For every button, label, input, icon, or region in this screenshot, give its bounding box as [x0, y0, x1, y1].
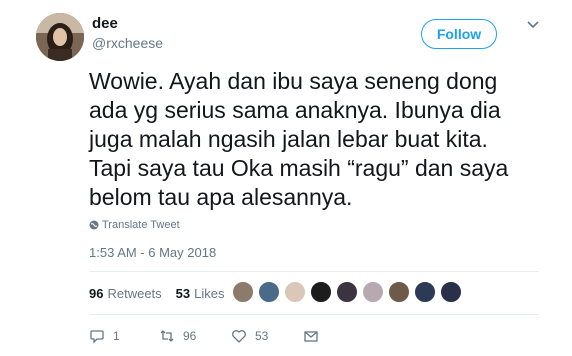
- liker-avatar[interactable]: [284, 281, 306, 303]
- retweet-count: 96: [183, 329, 197, 343]
- author-handle[interactable]: @rxcheese: [92, 35, 163, 51]
- tweet-timestamp[interactable]: 1:53 AM - 6 May 2018: [89, 245, 216, 260]
- globe-icon: [89, 220, 99, 230]
- retweets-label[interactable]: Retweets: [107, 286, 161, 301]
- avatar-photo-icon: [36, 13, 84, 61]
- translate-tweet-label: Translate Tweet: [102, 219, 180, 231]
- tweet-menu-button[interactable]: [527, 18, 539, 32]
- author-avatar[interactable]: [36, 13, 84, 61]
- liker-avatar[interactable]: [258, 281, 280, 303]
- liker-avatar[interactable]: [388, 281, 410, 303]
- tweet-text-line: Tapi saya tau Oka masih “ragu” dan saya: [89, 155, 509, 181]
- retweet-icon: [160, 330, 174, 342]
- liker-avatar[interactable]: [336, 281, 358, 303]
- tweet-text-line: ada yg serius sama anaknya. Ibunya dia: [89, 97, 501, 123]
- retweet-button[interactable]: 96: [159, 328, 196, 344]
- like-button[interactable]: 53: [231, 328, 268, 344]
- retweets-count[interactable]: 96: [89, 286, 103, 301]
- like-count: 53: [255, 329, 269, 343]
- translate-tweet-link[interactable]: Translate Tweet: [89, 219, 180, 231]
- likes-label[interactable]: Likes: [194, 286, 224, 301]
- reply-icon: [90, 330, 104, 344]
- reply-button[interactable]: 1: [89, 328, 120, 344]
- chevron-down-icon: [527, 21, 539, 29]
- likers-avatars: [232, 281, 466, 303]
- liker-avatar[interactable]: [414, 281, 436, 303]
- divider: [89, 314, 539, 315]
- tweet-text-line: Wowie. Ayah dan ibu saya seneng dong: [89, 68, 498, 94]
- tweet-text-line: belom tau apa alesannya.: [89, 184, 353, 210]
- liker-avatar[interactable]: [310, 281, 332, 303]
- liker-avatar[interactable]: [232, 281, 254, 303]
- author-display-name[interactable]: dee: [92, 15, 118, 32]
- liker-avatar[interactable]: [362, 281, 384, 303]
- divider: [89, 271, 539, 272]
- reply-count: 1: [113, 329, 120, 343]
- likes-count[interactable]: 53: [176, 286, 190, 301]
- follow-button[interactable]: Follow: [421, 19, 497, 49]
- tweet-stats: 96 Retweets 53 Likes: [89, 286, 225, 301]
- tweet-text: Wowie. Ayah dan ibu saya seneng dong ada…: [89, 67, 549, 212]
- tweet-text-line: juga malah ngasih jalan lebar buat kita.: [89, 126, 488, 152]
- liker-avatar[interactable]: [440, 281, 462, 303]
- heart-icon: [232, 330, 246, 343]
- envelope-icon: [304, 331, 318, 342]
- direct-message-button[interactable]: [303, 328, 327, 344]
